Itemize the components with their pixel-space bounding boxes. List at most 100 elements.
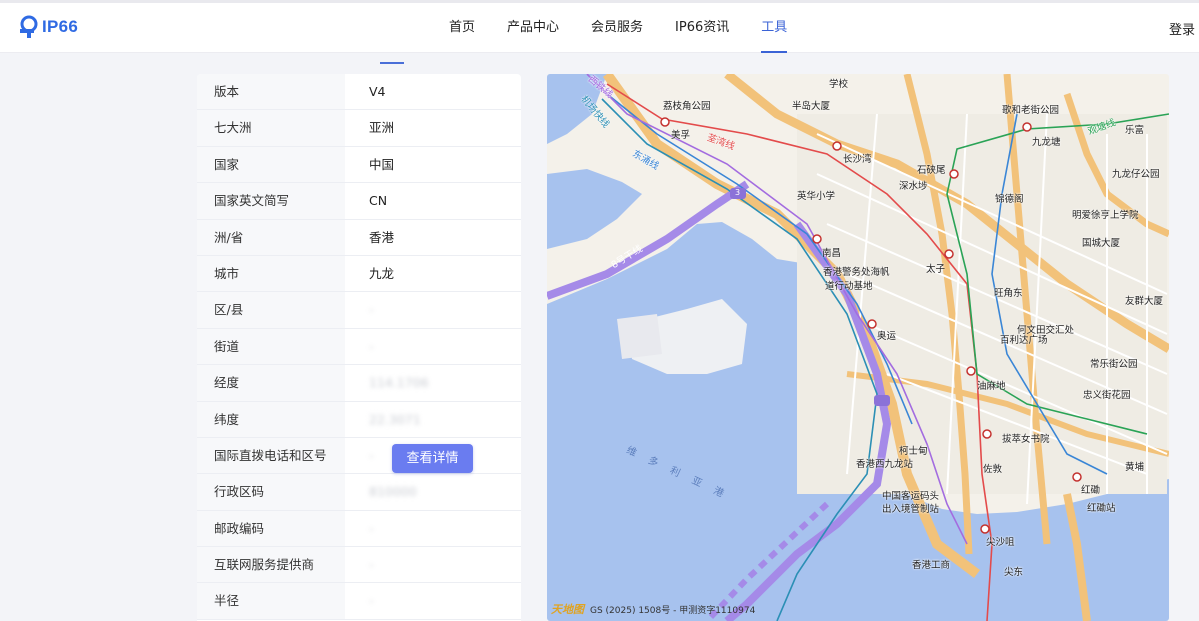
main-nav: 首页 产品中心 会员服务 IP66资讯 工具 [449,3,819,53]
logo[interactable]: IP66 [18,15,78,39]
row-label: 街道 [197,328,345,365]
row-label: 邮政编码 [197,510,345,547]
map-label: 香港西九龙站 [856,459,914,470]
table-row: 洲/省 香港 [197,219,521,256]
row-label: 区/县 [197,292,345,328]
table-row: 七大洲 亚洲 [197,110,521,147]
map-label: 荔枝角公园 [663,101,711,112]
table-row: 邮政编码 - [197,510,521,548]
row-value: - [369,520,374,536]
nav-item-news[interactable]: IP66资讯 [675,3,729,53]
row-label: 半径 [197,583,345,619]
row-label: 城市 [197,255,345,292]
map-provider-logo: 天地图 [551,603,584,616]
map-label: 香港警务处海帆 [823,267,890,278]
ip-info-table: 版本 V4 七大洲 亚洲国家 中国国家英文简写 CN 洲/省 香港城市 九龙 区/县 - 街道 - 经度 1… [197,74,521,621]
row-label: 国际直拨电话和区号 [197,437,345,474]
nav-item-tools[interactable]: 工具 [761,3,788,53]
map-label: 拔萃女书院 [1002,434,1050,445]
logo-text: IP66 [42,17,79,36]
row-label: 洲/省 [197,219,345,255]
map-label: 学校 [829,79,849,90]
table-row: 城市 九龙 [197,255,521,293]
row-value: V4 [369,84,386,99]
row-value: - [369,338,374,354]
login-link[interactable]: 登录 [1169,3,1195,59]
map-label: 友群大厦 [1125,296,1164,307]
row-value: CN [369,193,388,209]
west-bay-water [547,169,642,249]
table-row: 经度 114.1706 [197,365,521,402]
map-label: 出入境管制站 [882,504,940,515]
nav-item-products[interactable]: 产品中心 [507,3,559,53]
row-value: - [369,302,374,318]
row-value: 114.1706 [369,375,429,391]
map-license-text: GS (2025) 1508号 - 甲测资字1110974 [590,605,756,616]
map-label: 道行动基地 [825,281,873,292]
row-value: 亚洲 [369,120,395,136]
location-map[interactable]: 学校 荔枝角公园 半岛大厦 歌和老街公园 美孚 九龙塘 乐富 长沙湾 石硖尾 深… [547,74,1169,621]
map-label: 尖东 [1004,567,1024,578]
row-value: 810000 [369,484,417,500]
pier-land [617,314,662,359]
row-label: 七大洲 [197,110,345,146]
table-row: 行政区码 810000 [197,474,521,511]
view-details-button[interactable]: 查看详情 [392,444,473,473]
table-row: 半径 - [197,583,521,620]
row-label: 纬度 [197,401,345,437]
map-label: 常乐街公园 [1090,359,1138,370]
map-label: 奥运 [877,331,897,342]
nav-item-membership[interactable]: 会员服务 [591,3,643,53]
map-label: 香港工商 [912,560,951,571]
map-label: 佐敦 [983,464,1003,475]
row-label: 互联网服务提供商 [197,547,345,583]
table-row: 区/县 - [197,292,521,329]
tab-indicator [380,62,404,64]
map-label: 石硖尾 [917,165,946,176]
table-row: 国家英文简写 CN [197,183,521,220]
logo-icon [20,15,38,38]
table-row: 国家 中国 [197,146,521,184]
map-label: 明爱徐亨上学院 [1072,210,1139,221]
map-label: 国城大厦 [1082,238,1121,249]
map-label: 忠义街花园 [1083,390,1131,401]
map-label: 黄埔 [1125,462,1145,473]
row-value: - [369,593,374,609]
map-label: 九龙塘 [1032,137,1061,148]
map-label: 尖沙咀 [986,537,1015,548]
route-shield-label: 3 [735,188,741,197]
table-row: 纬度 22.3071 [197,401,521,438]
row-label: 国家 [197,146,345,183]
map-label: 百利达广场 [1000,335,1048,346]
row-label: 版本 [197,74,345,110]
map-label: 红磡 [1081,485,1101,496]
row-value: 香港 [369,229,395,245]
row-value: 22.3071 [369,411,421,427]
map-label: 半岛大厦 [792,101,831,112]
table-row: 版本 V4 [197,74,521,111]
map-label: 南昌 [822,248,842,259]
map-attribution: 天地图 GS (2025) 1508号 - 甲测资字1110974 [551,601,755,617]
table-row: 街道 - [197,328,521,366]
map-label: 旺角东 [994,288,1023,299]
map-label: 红磡站 [1087,503,1116,514]
map-label: 太子 [926,264,946,275]
map-label: 美孚 [671,130,691,141]
map-label: 乐富 [1125,125,1145,136]
table-row: 互联网服务提供商 - [197,547,521,584]
map-label: 油麻地 [977,381,1006,392]
map-label: 深水埗 [899,181,928,192]
map-label: 锦德阁 [995,194,1024,205]
row-label: 经度 [197,365,345,401]
row-value: - [369,557,374,573]
map-label: 英华小学 [797,191,836,202]
row-label: 行政区码 [197,474,345,510]
nav-item-home[interactable]: 首页 [449,3,475,53]
site-header: IP66 首页 产品中心 会员服务 IP66资讯 工具 登录 [0,3,1199,53]
map-label: 中国客运码头 [882,491,940,502]
row-label: 国家英文简写 [197,183,345,219]
map-label: 九龙仔公园 [1112,169,1160,180]
row-value: 中国 [369,156,395,172]
map-label: 柯士甸 [899,446,928,457]
map-label: 歌和老街公园 [1002,105,1060,116]
